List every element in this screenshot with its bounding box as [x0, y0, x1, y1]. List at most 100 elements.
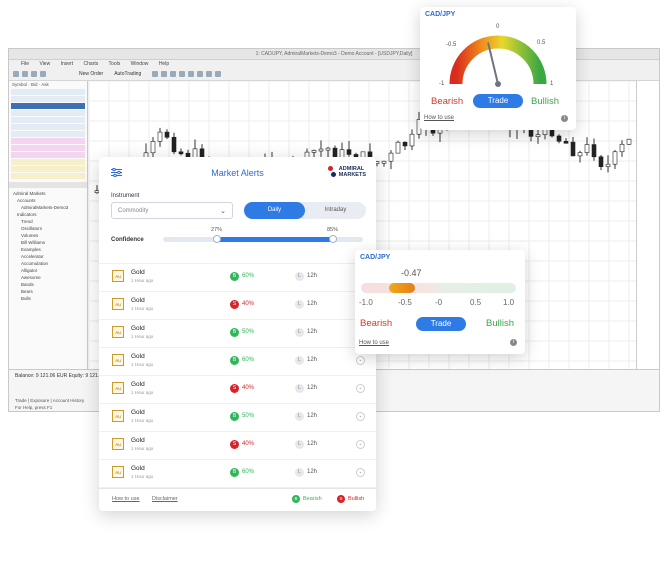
menu-window[interactable]: Window: [131, 61, 149, 67]
admiral-markets-logo: ADMIRAL MARKETS: [327, 166, 366, 178]
daily-tab[interactable]: Daily: [244, 202, 305, 219]
toolbar-icon[interactable]: [161, 71, 168, 77]
candle-body: [157, 131, 163, 142]
candle-body: [605, 163, 611, 167]
toolbar-icon[interactable]: [22, 71, 28, 77]
navigator-tree[interactable]: Admiral Markets Accounts AdmiralMarkets-…: [9, 188, 87, 304]
bar-how-to-use-link[interactable]: How to use: [359, 340, 389, 346]
alert-horizon: 12h: [307, 273, 318, 279]
info-icon[interactable]: i: [561, 115, 568, 122]
toolbar-icon[interactable]: [170, 71, 177, 77]
confidence-label: Confidence: [111, 237, 144, 243]
menu-file[interactable]: File: [21, 61, 29, 67]
direction-badge: B: [230, 468, 239, 477]
market-watch-row[interactable]: [11, 117, 85, 123]
alert-row[interactable]: AuGold1 Hour agoS40%L12h⌄: [99, 431, 376, 459]
alert-instrument: Gold: [131, 269, 145, 276]
confidence-range-fill: [217, 237, 333, 242]
toolbar-icon[interactable]: [197, 71, 204, 77]
alert-time: 1 Hour ago: [131, 446, 154, 451]
sentiment-thumb: [389, 283, 416, 293]
chevron-down-icon[interactable]: ⌄: [356, 468, 365, 477]
confidence-min-handle[interactable]: [213, 235, 221, 243]
market-watch-row[interactable]: [11, 138, 85, 144]
alert-row[interactable]: AuGold1 Hour agoB60%L12h⌄: [99, 459, 376, 487]
toolbar-icon[interactable]: [31, 71, 37, 77]
market-watch-row[interactable]: [11, 145, 85, 151]
candle-body: [395, 141, 401, 154]
how-to-use-link[interactable]: How to use: [112, 496, 140, 502]
market-watch-row[interactable]: [11, 131, 85, 137]
new-order-button[interactable]: New Order: [79, 71, 103, 77]
chevron-down-icon[interactable]: ⌄: [356, 356, 365, 365]
market-watch-row[interactable]: [11, 89, 85, 95]
alert-horizon: 12h: [307, 329, 318, 335]
gauge-needle: [487, 42, 499, 85]
chevron-down-icon[interactable]: ⌄: [356, 384, 365, 393]
intraday-tab[interactable]: Intraday: [305, 202, 366, 219]
candle-body: [577, 152, 583, 157]
alert-confidence: 40%: [242, 385, 255, 391]
chevron-down-icon[interactable]: ⌄: [356, 412, 365, 421]
toolbar-icon[interactable]: [152, 71, 159, 77]
gauge-trade-button[interactable]: Trade: [473, 94, 523, 108]
menu-tools[interactable]: Tools: [109, 61, 121, 67]
bar-trade-button[interactable]: Trade: [416, 317, 466, 331]
toolbar-icon[interactable]: [40, 71, 46, 77]
market-watch-row[interactable]: [11, 152, 85, 158]
timeframe-toggle[interactable]: Daily Intraday: [244, 202, 366, 219]
market-watch-row[interactable]: [11, 96, 85, 102]
toolbar-icon[interactable]: [188, 71, 195, 77]
alert-row[interactable]: AuGold1 Hour agoB60%L12h⌄: [99, 263, 376, 291]
clock-icon: L: [295, 384, 304, 393]
gauge-how-to-use-link[interactable]: How to use: [424, 115, 454, 121]
menu-help[interactable]: Help: [159, 61, 169, 67]
alert-row[interactable]: AuGold1 Hour agoS40%L12h⌄: [99, 291, 376, 319]
gold-symbol-icon: Au: [112, 298, 124, 310]
chevron-down-icon[interactable]: ⌄: [356, 440, 365, 449]
alert-confidence: 60%: [242, 469, 255, 475]
gold-symbol-icon: Au: [112, 382, 124, 394]
market-watch-row[interactable]: [11, 103, 85, 109]
menu-view[interactable]: View: [39, 61, 50, 67]
terminal-tabs[interactable]: Trade | Exposure | Account History: [15, 398, 84, 403]
alert-time: 1 Hour ago: [131, 306, 154, 311]
candle-body: [591, 144, 597, 158]
autotrading-button[interactable]: AutoTrading: [114, 71, 141, 77]
market-watch-row[interactable]: [11, 159, 85, 165]
gauge-tick: 1: [550, 81, 554, 87]
toolbar-icon[interactable]: [13, 71, 19, 77]
alert-row[interactable]: AuGold1 Hour agoB50%L12h⌄: [99, 403, 376, 431]
menu-charts[interactable]: Charts: [84, 61, 99, 67]
confidence-max-handle[interactable]: [329, 235, 337, 243]
alert-time: 1 Hour ago: [131, 390, 154, 395]
toolbar-icon[interactable]: [179, 71, 186, 77]
info-icon[interactable]: i: [510, 339, 517, 346]
alert-time: 1 Hour ago: [131, 418, 154, 423]
confidence-slider[interactable]: 27% 85%: [163, 227, 363, 243]
candle-body: [409, 133, 415, 147]
toolbar-icon[interactable]: [215, 71, 222, 77]
menu-insert[interactable]: Insert: [61, 61, 74, 67]
instrument-select[interactable]: Commodity ⌄: [111, 202, 233, 219]
market-watch-row[interactable]: [11, 173, 85, 179]
clock-icon: L: [295, 440, 304, 449]
toolbar-icon[interactable]: [206, 71, 213, 77]
alert-row[interactable]: AuGold1 Hour agoB50%L12h⌄: [99, 319, 376, 347]
market-watch-row[interactable]: [11, 110, 85, 116]
price-axis: [636, 81, 659, 381]
market-watch-row[interactable]: [11, 124, 85, 130]
instrument-label: Instrument: [111, 193, 140, 199]
clock-icon: L: [295, 412, 304, 421]
alert-row[interactable]: AuGold1 Hour agoB60%L12h⌄: [99, 347, 376, 375]
gauge-bullish-label: Bullish: [531, 96, 559, 107]
candle-body: [388, 152, 394, 162]
disclaimer-link[interactable]: Disclaimer: [152, 496, 178, 502]
bar-tick: -0: [435, 298, 443, 307]
candle-body: [171, 136, 177, 153]
market-watch-row[interactable]: [11, 166, 85, 172]
alert-row[interactable]: AuGold1 Hour agoS40%L12h⌄: [99, 375, 376, 403]
alert-time: 1 Hour ago: [131, 278, 154, 283]
chevron-down-icon: ⌄: [220, 208, 226, 215]
candle-body: [570, 141, 576, 157]
